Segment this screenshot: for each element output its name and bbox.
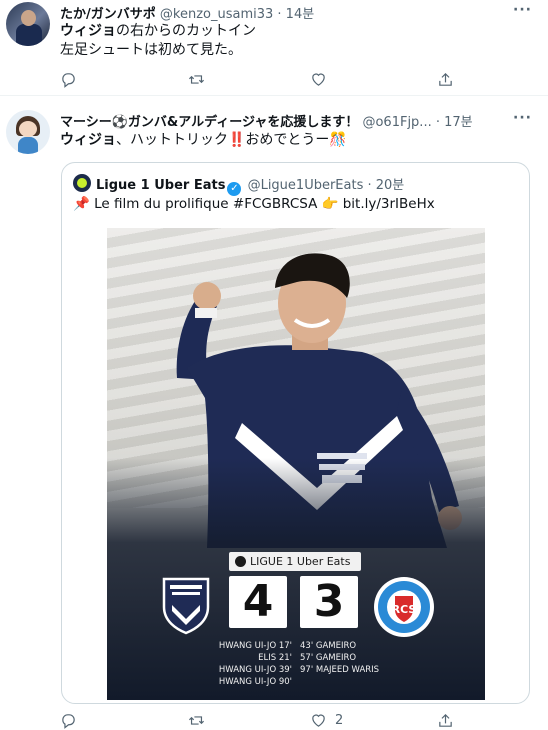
scorer-line: HWANG UI-JO 39': [218, 665, 292, 675]
quote-timestamp[interactable]: · 20분: [368, 178, 405, 193]
quote-author-name[interactable]: Ligue 1 Uber Eats: [96, 178, 225, 193]
retweet-icon: [188, 74, 205, 84]
away-score: 3: [300, 576, 358, 628]
verified-icon: ✓: [227, 182, 242, 196]
share-icon: [439, 713, 452, 727]
svg-text:RCS: RCS: [392, 603, 417, 616]
avatar[interactable]: [6, 2, 50, 46]
scorer-line: 57' GAMEIRO: [300, 653, 357, 663]
reply-button[interactable]: [60, 710, 77, 730]
quote-header: Ligue 1 Uber Eats ✓ @Ligue1UberEats · 20분: [96, 174, 404, 196]
like-button[interactable]: [310, 69, 327, 89]
match-graphic-image[interactable]: LIGUE 1 Uber Eats 4 3 RCS HWANG UI-JO 17…: [107, 228, 485, 700]
scorer-line: 97' MAJEED WARIS: [300, 665, 380, 675]
retweet-button[interactable]: [188, 69, 205, 89]
more-icon[interactable]: ···: [513, 2, 532, 18]
share-icon: [439, 72, 452, 86]
reply-button[interactable]: [60, 69, 77, 89]
timestamp[interactable]: · 14분: [277, 7, 314, 22]
retweet-button[interactable]: [188, 710, 205, 730]
timestamp[interactable]: · 17분: [436, 115, 473, 130]
author-name[interactable]: たか/ガンバサポ: [60, 7, 156, 22]
like-icon: [312, 713, 325, 727]
tweet-1[interactable]: たか/ガンバサポ @kenzo_usami33 · 14분 ··· ウィジョの右…: [0, 0, 548, 96]
scorer-line: HWANG UI-JO 90': [218, 677, 292, 687]
like-button[interactable]: 2: [310, 710, 343, 730]
home-scorers-list: HWANG UI-JO 17' ELIS 21' HWANG UI-JO 39'…: [219, 640, 292, 688]
tweet-actions: 2: [60, 710, 480, 730]
tweet-text: ウィジョの右からのカットイン: [60, 23, 256, 39]
league-badge: LIGUE 1 Uber Eats: [229, 552, 361, 571]
quote-avatar[interactable]: [73, 174, 91, 192]
retweet-icon: [188, 715, 205, 725]
tweet-header: マーシー⚽ガンバ&アルディージャを応援します！ @o61Fjp... · 17분: [60, 111, 473, 130]
scorer-line: ELIS 21': [258, 653, 292, 663]
scorer-line: 43' GAMEIRO: [300, 641, 357, 651]
quoted-tweet[interactable]: Ligue 1 Uber Eats ✓ @Ligue1UberEats · 20분…: [61, 162, 530, 704]
tweet-actions: [60, 69, 480, 89]
author-name[interactable]: マーシー⚽ガンバ&アルディージャを応援します！: [60, 115, 358, 130]
author-handle[interactable]: @kenzo_usami33: [160, 7, 273, 22]
strasbourg-crest-icon: RCS: [374, 577, 434, 637]
share-button[interactable]: [437, 710, 454, 730]
like-count: 2: [335, 712, 344, 728]
bordeaux-crest-icon: [162, 577, 210, 635]
tweet-header: たか/ガンバサポ @kenzo_usami33 · 14분: [60, 3, 314, 22]
share-button[interactable]: [437, 69, 454, 89]
ligue1-logo-icon: [235, 556, 246, 567]
tweet-2[interactable]: マーシー⚽ガンバ&アルディージャを応援します！ @o61Fjp... · 17분…: [0, 96, 548, 729]
scorer-line: HWANG UI-JO 17': [218, 641, 292, 651]
home-score: 4: [229, 576, 287, 628]
quote-author-handle[interactable]: @Ligue1UberEats: [248, 178, 364, 193]
reply-icon: [62, 713, 75, 729]
tweet-text-line-2: 左足シュートは初めて見た。: [60, 42, 242, 58]
avatar[interactable]: [6, 110, 50, 154]
like-icon: [312, 72, 325, 86]
reply-icon: [62, 72, 75, 88]
author-handle[interactable]: @o61Fjp...: [362, 115, 431, 130]
more-icon[interactable]: ···: [513, 110, 532, 126]
away-scorers-list: 43' GAMEIRO 57' GAMEIRO 97' MAJEED WARIS: [300, 640, 379, 676]
tweet-text: ウィジョ、ハットトリック‼️おめでとうー🎊: [60, 132, 347, 148]
quote-text: 📌 Le film du prolifique #FCGBRCSA 👉 bit.…: [73, 196, 435, 212]
